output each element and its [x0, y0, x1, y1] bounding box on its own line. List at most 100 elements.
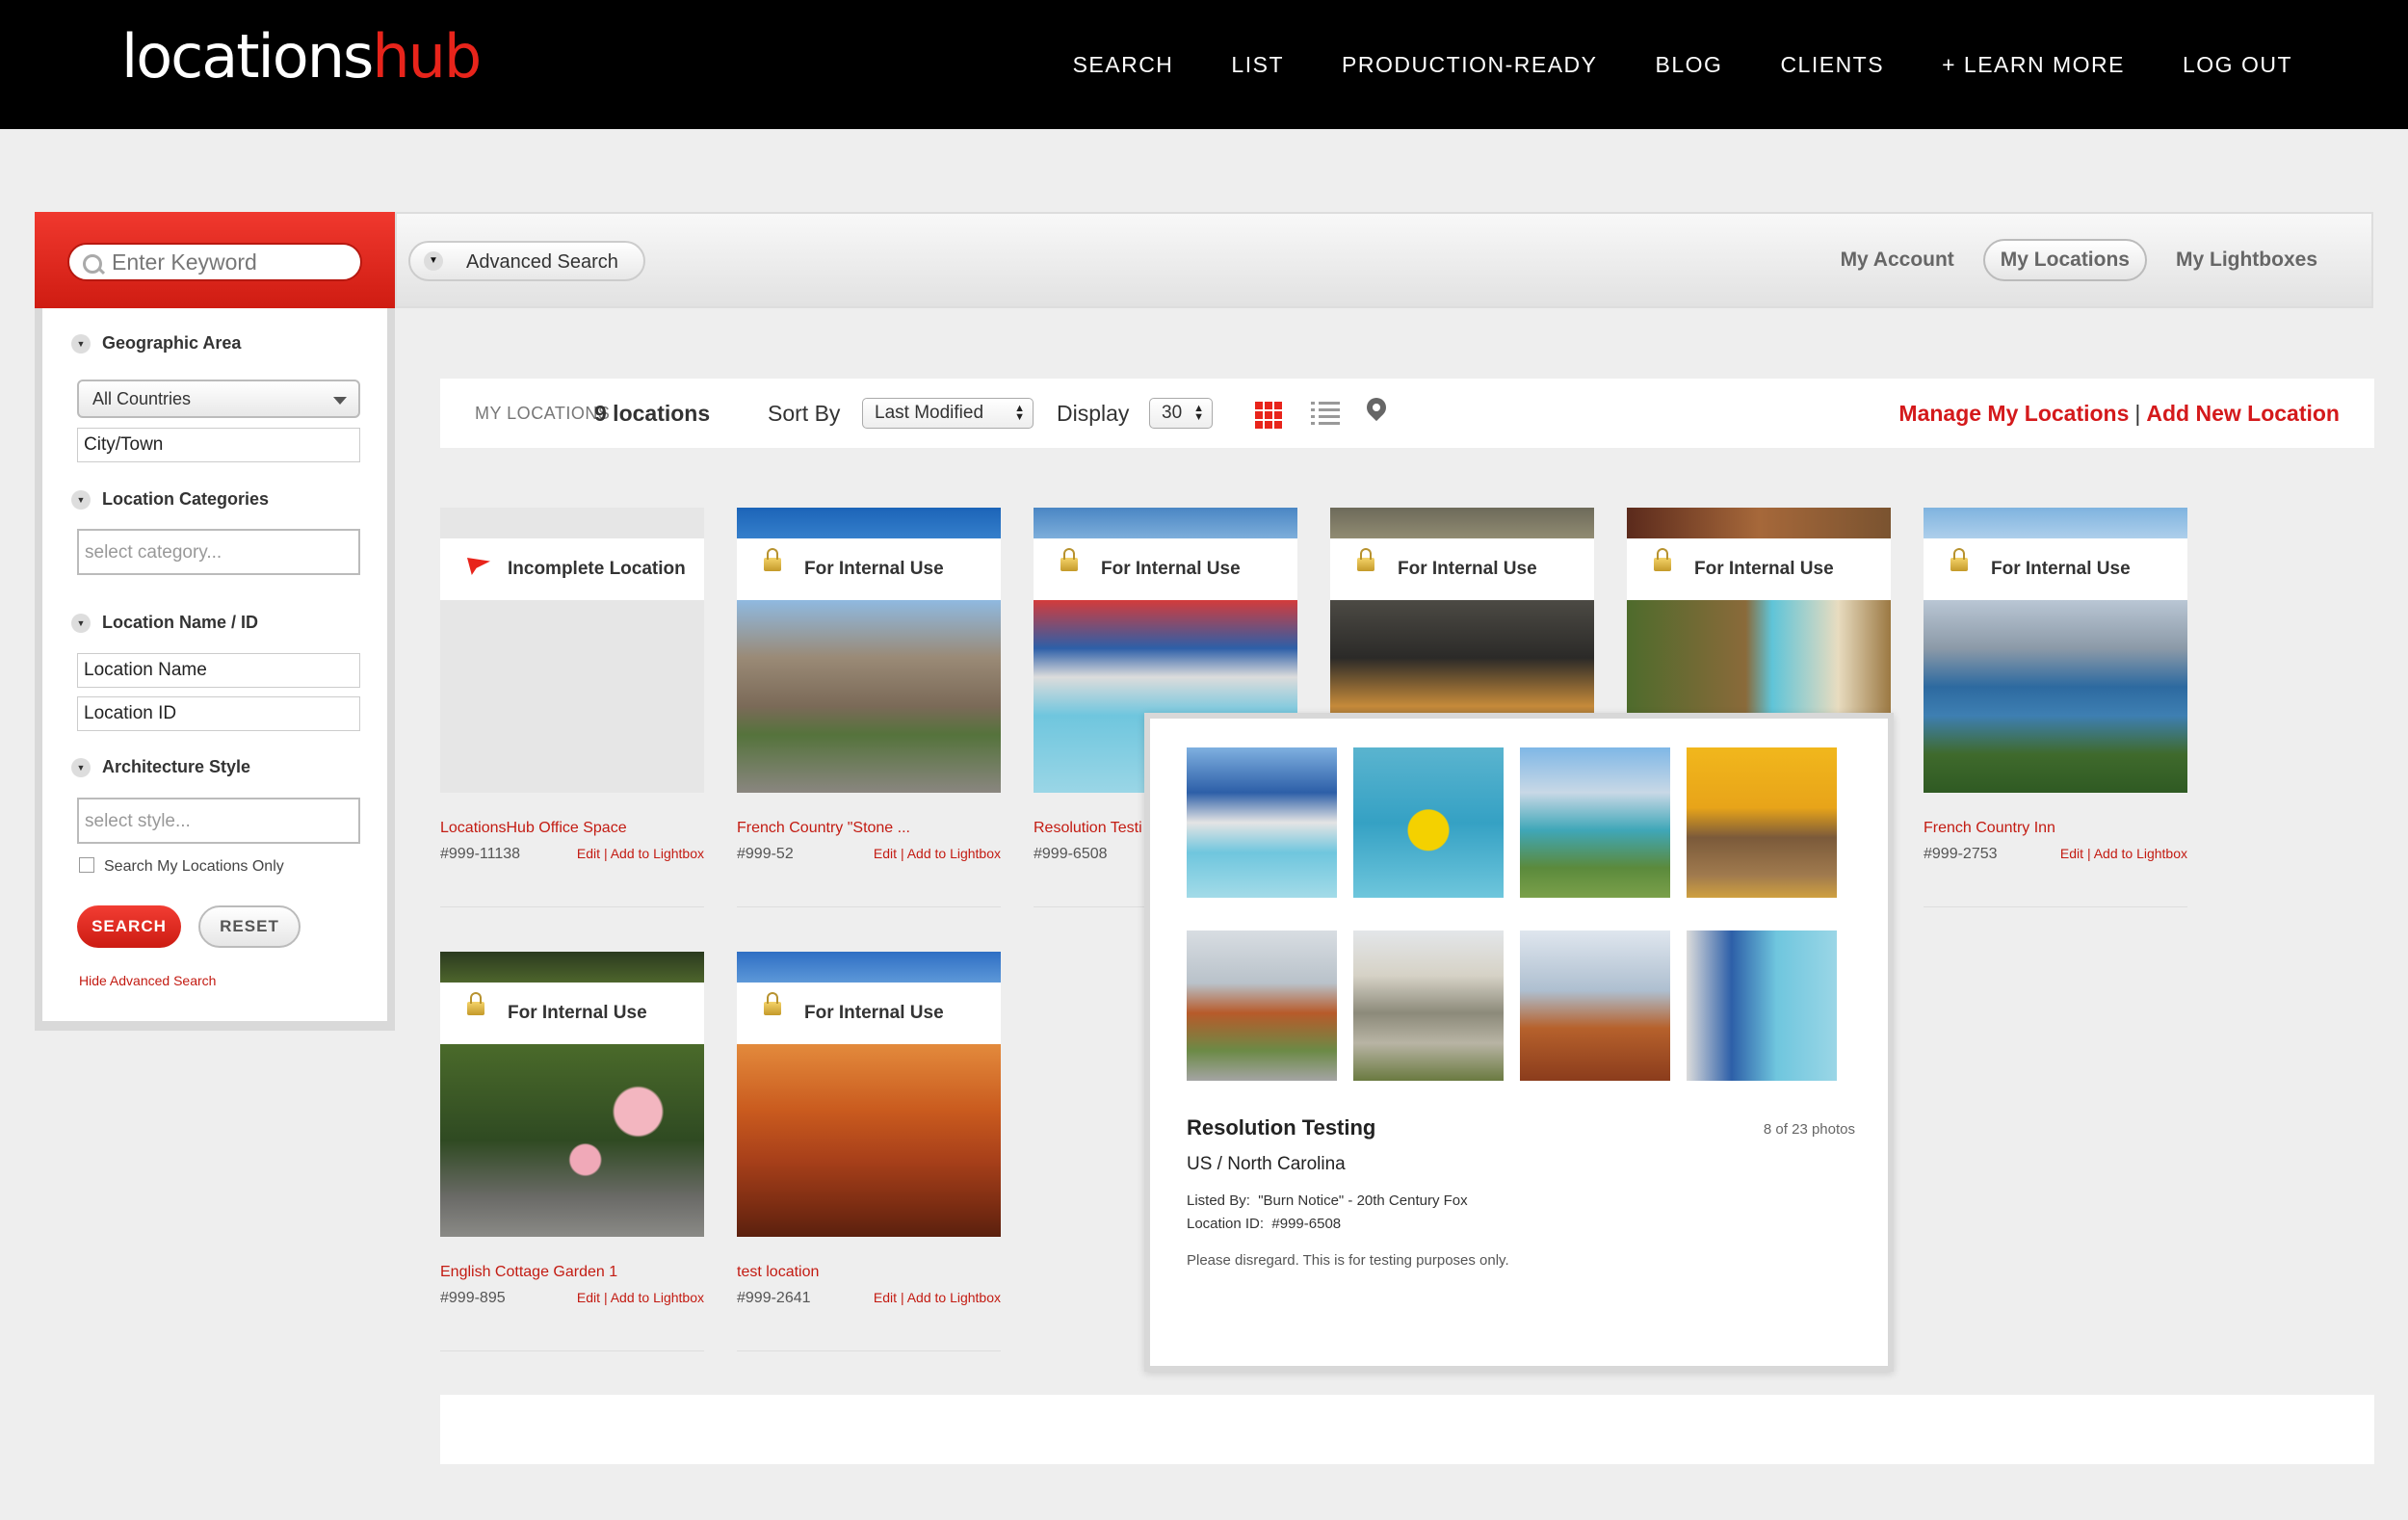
preview-photo[interactable] — [1353, 930, 1504, 1081]
hide-advanced-search-link[interactable]: Hide Advanced Search — [79, 973, 216, 988]
card-status-band: For Internal Use — [737, 983, 1001, 1044]
checkbox-label: Search My Locations Only — [104, 858, 284, 875]
location-categories-toggle[interactable]: ▼ Location Categories — [71, 489, 269, 511]
location-id-field[interactable]: Location ID — [77, 696, 360, 731]
architecture-style-toggle[interactable]: ▼ Architecture Style — [71, 757, 250, 778]
card-title[interactable]: French Country Inn — [1924, 820, 2055, 837]
nav-production-ready[interactable]: PRODUCTION-READY — [1342, 52, 1598, 78]
action-separator: | — [900, 846, 904, 861]
photo-count: 8 of 23 photos — [1763, 1121, 1855, 1138]
sort-value: Last Modified — [875, 403, 984, 423]
add-to-lightbox-link[interactable]: Add to Lightbox — [907, 846, 1001, 861]
edit-link[interactable]: Edit — [577, 1290, 600, 1305]
preview-photo[interactable] — [1520, 747, 1670, 898]
search-my-locations-only-checkbox[interactable]: Search My Locations Only — [79, 857, 284, 876]
manage-my-locations-link[interactable]: Manage My Locations — [1898, 401, 2129, 426]
nav-log-out[interactable]: LOG OUT — [2183, 52, 2292, 78]
sort-select[interactable]: Last Modified ▲ ▼ — [862, 398, 1034, 429]
edit-link[interactable]: Edit — [874, 1290, 897, 1305]
card-status-band: For Internal Use — [1034, 538, 1297, 600]
listed-by-row: Listed By: "Burn Notice" - 20th Century … — [1187, 1192, 1468, 1209]
card-divider — [440, 906, 704, 907]
preview-photo[interactable] — [1187, 930, 1337, 1081]
card-id: #999-2753 — [1924, 846, 1998, 862]
add-to-lightbox-link[interactable]: Add to Lightbox — [611, 846, 704, 861]
card-status-label: For Internal Use — [1991, 559, 2131, 579]
search-button[interactable]: SEARCH — [77, 905, 181, 948]
card-id: #999-2641 — [737, 1290, 811, 1306]
location-id-label: Location ID: — [1187, 1216, 1265, 1232]
lock-icon — [467, 992, 484, 1015]
checkbox-box[interactable] — [79, 857, 94, 873]
keyword-placeholder: Enter Keyword — [112, 249, 257, 275]
edit-link[interactable]: Edit — [577, 846, 600, 861]
add-to-lightbox-link[interactable]: Add to Lightbox — [611, 1290, 704, 1305]
card-id: #999-6508 — [1034, 846, 1108, 862]
list-view-icon[interactable] — [1311, 402, 1340, 429]
map-pin-icon[interactable] — [1362, 393, 1391, 422]
city-field[interactable]: City/Town — [77, 428, 360, 462]
card-title[interactable]: French Country "Stone ... — [737, 820, 910, 837]
listed-by-value: "Burn Notice" - 20th Century Fox — [1258, 1192, 1468, 1209]
card-status-band: For Internal Use — [1627, 538, 1891, 600]
add-to-lightbox-link[interactable]: Add to Lightbox — [2094, 846, 2187, 861]
preview-title[interactable]: Resolution Testing — [1187, 1115, 1375, 1140]
nav-clients[interactable]: CLIENTS — [1780, 52, 1884, 78]
action-separator: | — [2086, 846, 2091, 861]
action-separator: | — [603, 846, 608, 861]
advanced-search-button[interactable]: ▼ Advanced Search — [408, 241, 645, 281]
nav-learn-more[interactable]: + LEARN MORE — [1942, 52, 2125, 78]
style-select[interactable]: select style... — [77, 798, 360, 844]
card-divider — [1924, 906, 2187, 907]
location-count: 9 locations — [594, 401, 711, 426]
filter-panel: ▼ Geographic Area All Countries City/Town… — [42, 308, 387, 1021]
add-to-lightbox-link[interactable]: Add to Lightbox — [907, 1290, 1001, 1305]
card-title[interactable]: test location — [737, 1264, 819, 1281]
nav-search[interactable]: SEARCH — [1073, 52, 1174, 78]
reset-button[interactable]: RESET — [198, 905, 301, 948]
my-locations-link[interactable]: My Locations — [1982, 239, 2147, 281]
card-title[interactable]: LocationsHub Office Space — [440, 820, 627, 837]
preview-photo[interactable] — [1353, 747, 1504, 898]
keyword-search-input[interactable]: Enter Keyword — [67, 243, 362, 281]
listed-by-label: Listed By: — [1187, 1192, 1250, 1209]
my-locations-heading: MY LOCATIONS — [475, 404, 611, 423]
my-account-link[interactable]: My Account — [1825, 241, 1970, 279]
card-status-label: Incomplete Location — [508, 559, 686, 579]
account-links: My Account My Locations My Lightboxes — [1825, 239, 2333, 281]
chevron-down-icon: ▼ — [71, 334, 91, 354]
edit-link[interactable]: Edit — [2060, 846, 2083, 861]
category-select[interactable]: select category... — [77, 529, 360, 575]
geographic-area-toggle[interactable]: ▼ Geographic Area — [71, 333, 241, 354]
preview-photo[interactable] — [1687, 747, 1837, 898]
stepper-arrows-icon: ▲ ▼ — [1014, 403, 1025, 423]
country-select[interactable]: All Countries — [77, 380, 360, 418]
dropdown-arrow-icon — [333, 397, 347, 405]
display-count-select[interactable]: 30 ▲ ▼ — [1149, 398, 1213, 429]
stepper-arrows-icon: ▲ ▼ — [1193, 403, 1204, 423]
locationshub-logo[interactable]: locationshub — [121, 21, 482, 92]
preview-photo[interactable] — [1187, 747, 1337, 898]
pagination-area — [440, 1395, 2374, 1464]
location-name-id-toggle[interactable]: ▼ Location Name / ID — [71, 613, 258, 634]
card-title[interactable]: English Cottage Garden 1 — [440, 1264, 617, 1281]
preview-photo[interactable] — [1687, 930, 1837, 1081]
grid-view-icon[interactable] — [1255, 402, 1282, 429]
card-status-band: Incomplete Location — [440, 538, 704, 600]
advanced-search-label: Advanced Search — [466, 251, 618, 273]
preview-description: Please disregard. This is for testing pu… — [1187, 1252, 1509, 1269]
search-icon — [83, 254, 102, 274]
nav-blog[interactable]: BLOG — [1656, 52, 1723, 78]
lock-icon — [764, 992, 781, 1015]
my-lightboxes-link[interactable]: My Lightboxes — [2160, 241, 2333, 279]
card-divider — [440, 1350, 704, 1351]
chevron-down-icon: ▼ — [71, 758, 91, 778]
nav-list[interactable]: LIST — [1231, 52, 1284, 78]
card-title[interactable]: Resolution Testi — [1034, 820, 1142, 837]
edit-link[interactable]: Edit — [874, 846, 897, 861]
lock-icon — [1357, 548, 1374, 571]
add-new-location-link[interactable]: Add New Location — [2146, 401, 2340, 426]
preview-photo[interactable] — [1520, 930, 1670, 1081]
location-name-field[interactable]: Location Name — [77, 653, 360, 688]
card-status-band: For Internal Use — [1330, 538, 1594, 600]
